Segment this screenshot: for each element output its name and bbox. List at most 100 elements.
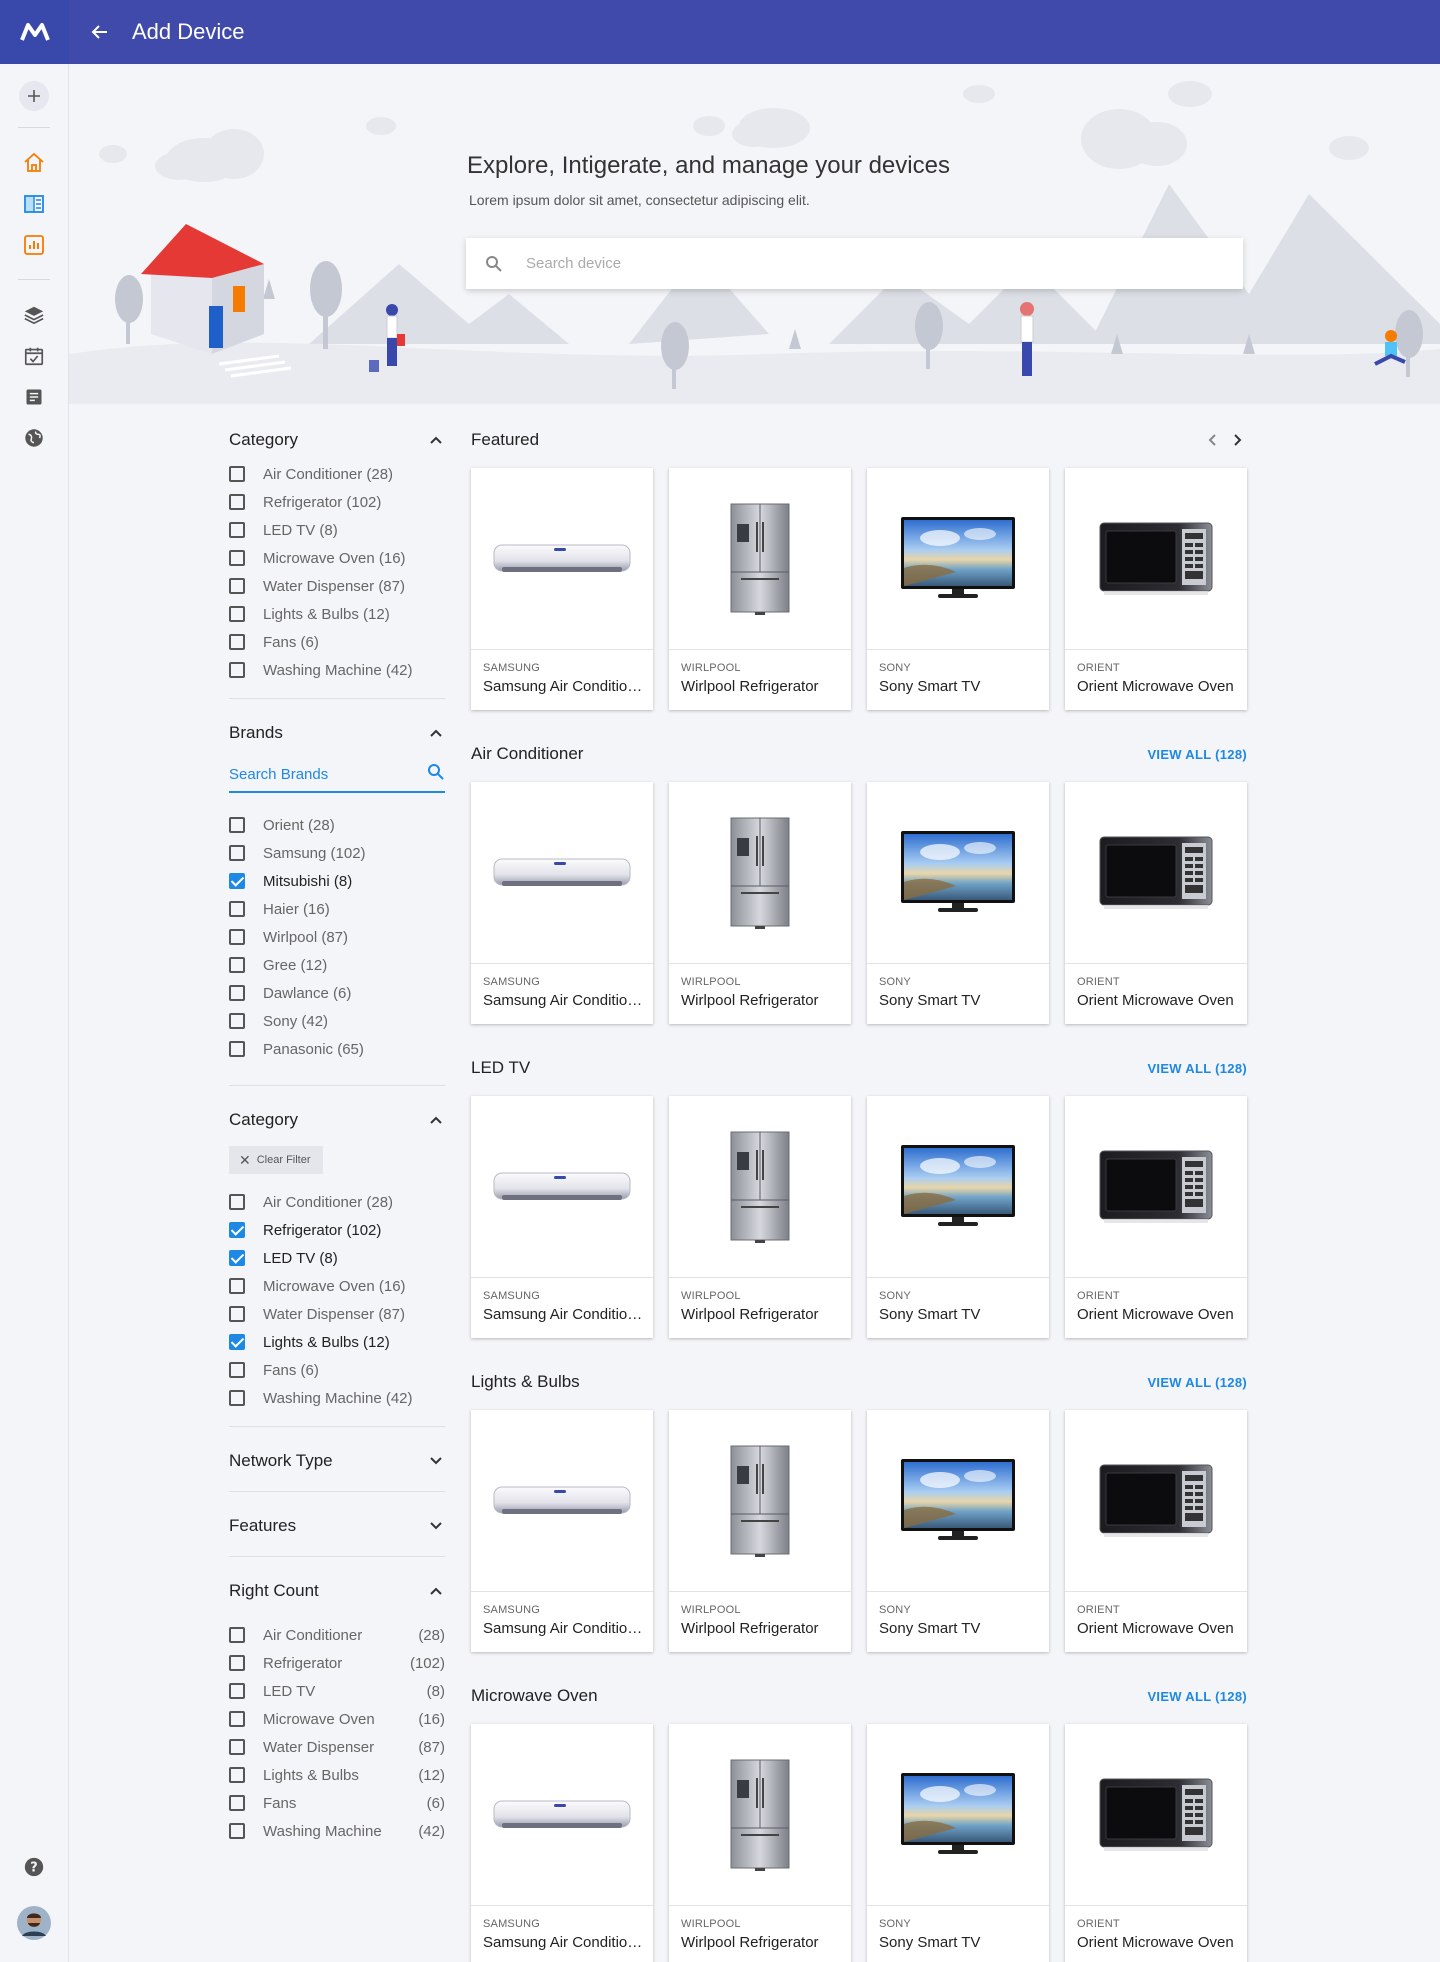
checkbox-option[interactable]: Refrigerator (102) <box>229 1216 445 1244</box>
checkbox-option[interactable]: Washing Machine (42) <box>229 656 445 684</box>
product-card[interactable]: SONY Sony Smart TV <box>867 1096 1049 1338</box>
brand-search-box[interactable] <box>229 757 445 793</box>
chevron-right-icon[interactable] <box>1229 431 1247 449</box>
chevron-up-icon[interactable] <box>427 1111 445 1129</box>
checkbox-option[interactable]: Refrigerator (102) <box>229 488 445 516</box>
checkbox-option[interactable]: Microwave Oven (16) <box>229 1272 445 1300</box>
notes-icon[interactable] <box>19 382 49 412</box>
checkbox-option[interactable]: LED TV (8) <box>229 516 445 544</box>
category-filter-2-header[interactable]: Category <box>229 1100 445 1140</box>
checkbox-option[interactable]: Lights & Bulbs (12) <box>229 600 445 628</box>
product-card[interactable]: SAMSUNG Samsung Air Conditioner <box>471 468 653 710</box>
product-card[interactable]: SAMSUNG Samsung Air Conditioner <box>471 782 653 1024</box>
checkbox-option[interactable]: Haier (16) <box>229 895 445 923</box>
chevron-up-icon[interactable] <box>427 1582 445 1600</box>
search-icon[interactable] <box>427 763 445 786</box>
checkbox[interactable] <box>229 578 245 594</box>
count-option[interactable]: Air Conditioner (28) <box>229 1621 445 1649</box>
checkbox[interactable] <box>229 901 245 917</box>
help-icon[interactable]: ? <box>19 1852 49 1882</box>
clear-filter-chip[interactable]: ✕ Clear Filter <box>229 1146 323 1174</box>
chevron-up-icon[interactable] <box>427 431 445 449</box>
checkbox[interactable] <box>229 957 245 973</box>
count-option[interactable]: Refrigerator (102) <box>229 1649 445 1677</box>
product-card[interactable]: WIRLPOOL Wirlpool Refrigerator <box>669 1096 851 1338</box>
chevron-down-icon[interactable] <box>427 1452 445 1470</box>
checkbox-option[interactable]: Orient (28) <box>229 811 445 839</box>
checkbox[interactable] <box>229 1041 245 1057</box>
checkbox-option[interactable]: Air Conditioner (28) <box>229 460 445 488</box>
checkbox[interactable] <box>229 1013 245 1029</box>
checkbox-option[interactable]: Lights & Bulbs (12) <box>229 1328 445 1356</box>
view-all-link[interactable]: VIEW ALL (128) <box>1147 1375 1247 1390</box>
product-card[interactable]: SONY Sony Smart TV <box>867 1724 1049 1962</box>
product-card[interactable]: SONY Sony Smart TV <box>867 468 1049 710</box>
product-card[interactable]: SAMSUNG Samsung Air Conditioner <box>471 1096 653 1338</box>
checkbox[interactable] <box>229 985 245 1001</box>
product-card[interactable]: WIRLPOOL Wirlpool Refrigerator <box>669 782 851 1024</box>
checkbox[interactable] <box>229 1222 245 1238</box>
checkbox[interactable] <box>229 1683 245 1699</box>
product-card[interactable]: SAMSUNG Samsung Air Conditioner <box>471 1410 653 1652</box>
checkbox[interactable] <box>229 466 245 482</box>
device-search-box[interactable] <box>466 238 1243 289</box>
checkbox-option[interactable]: Fans (6) <box>229 628 445 656</box>
product-card[interactable]: ORIENT Orient Microwave Oven <box>1065 468 1247 710</box>
product-card[interactable]: WIRLPOOL Wirlpool Refrigerator <box>669 468 851 710</box>
checkbox-option[interactable]: Water Dispenser (87) <box>229 1300 445 1328</box>
checkbox[interactable] <box>229 1362 245 1378</box>
checkbox[interactable] <box>229 1390 245 1406</box>
checkbox[interactable] <box>229 1655 245 1671</box>
checkbox-option[interactable]: Water Dispenser (87) <box>229 572 445 600</box>
product-card[interactable]: ORIENT Orient Microwave Oven <box>1065 1410 1247 1652</box>
back-arrow-icon[interactable] <box>84 16 116 48</box>
checkbox-option[interactable]: Mitsubishi (8) <box>229 867 445 895</box>
brand-search-input[interactable] <box>229 765 409 783</box>
checkbox[interactable] <box>229 1739 245 1755</box>
chart-icon[interactable] <box>19 230 49 260</box>
checkbox[interactable] <box>229 494 245 510</box>
category-filter-header[interactable]: Category <box>229 420 445 460</box>
product-card[interactable]: SONY Sony Smart TV <box>867 782 1049 1024</box>
add-icon[interactable] <box>19 81 49 111</box>
count-option[interactable]: LED TV (8) <box>229 1677 445 1705</box>
app-logo[interactable] <box>0 0 69 64</box>
checkbox[interactable] <box>229 634 245 650</box>
network-type-header[interactable]: Network Type <box>229 1441 445 1481</box>
checkbox-option[interactable]: Wirlpool (87) <box>229 923 445 951</box>
checkbox-option[interactable]: Fans (6) <box>229 1356 445 1384</box>
checkbox[interactable] <box>229 550 245 566</box>
product-card[interactable]: WIRLPOOL Wirlpool Refrigerator <box>669 1410 851 1652</box>
device-search-input[interactable] <box>526 255 1126 272</box>
checkbox[interactable] <box>229 845 245 861</box>
count-option[interactable]: Water Dispenser (87) <box>229 1733 445 1761</box>
checkbox-option[interactable]: Washing Machine (42) <box>229 1384 445 1412</box>
calendar-check-icon[interactable] <box>19 341 49 371</box>
checkbox[interactable] <box>229 1795 245 1811</box>
checkbox[interactable] <box>229 1627 245 1643</box>
checkbox[interactable] <box>229 1194 245 1210</box>
features-header[interactable]: Features <box>229 1506 445 1546</box>
chevron-up-icon[interactable] <box>427 724 445 742</box>
layers-icon[interactable] <box>19 300 49 330</box>
checkbox[interactable] <box>229 1767 245 1783</box>
right-count-header[interactable]: Right Count <box>229 1571 445 1611</box>
count-option[interactable]: Fans (6) <box>229 1789 445 1817</box>
product-card[interactable]: SONY Sony Smart TV <box>867 1410 1049 1652</box>
checkbox[interactable] <box>229 1711 245 1727</box>
checkbox-option[interactable]: Gree (12) <box>229 951 445 979</box>
product-card[interactable]: SAMSUNG Samsung Air Conditioner <box>471 1724 653 1962</box>
checkbox[interactable] <box>229 1334 245 1350</box>
checkbox[interactable] <box>229 929 245 945</box>
checkbox[interactable] <box>229 522 245 538</box>
globe-icon[interactable] <box>19 423 49 453</box>
checkbox[interactable] <box>229 1306 245 1322</box>
product-card[interactable]: ORIENT Orient Microwave Oven <box>1065 782 1247 1024</box>
checkbox-option[interactable]: Microwave Oven (16) <box>229 544 445 572</box>
checkbox-option[interactable]: Air Conditioner (28) <box>229 1188 445 1216</box>
checkbox[interactable] <box>229 662 245 678</box>
brands-filter-header[interactable]: Brands <box>229 713 445 753</box>
checkbox-option[interactable]: Dawlance (6) <box>229 979 445 1007</box>
checkbox-option[interactable]: Samsung (102) <box>229 839 445 867</box>
checkbox-option[interactable]: LED TV (8) <box>229 1244 445 1272</box>
